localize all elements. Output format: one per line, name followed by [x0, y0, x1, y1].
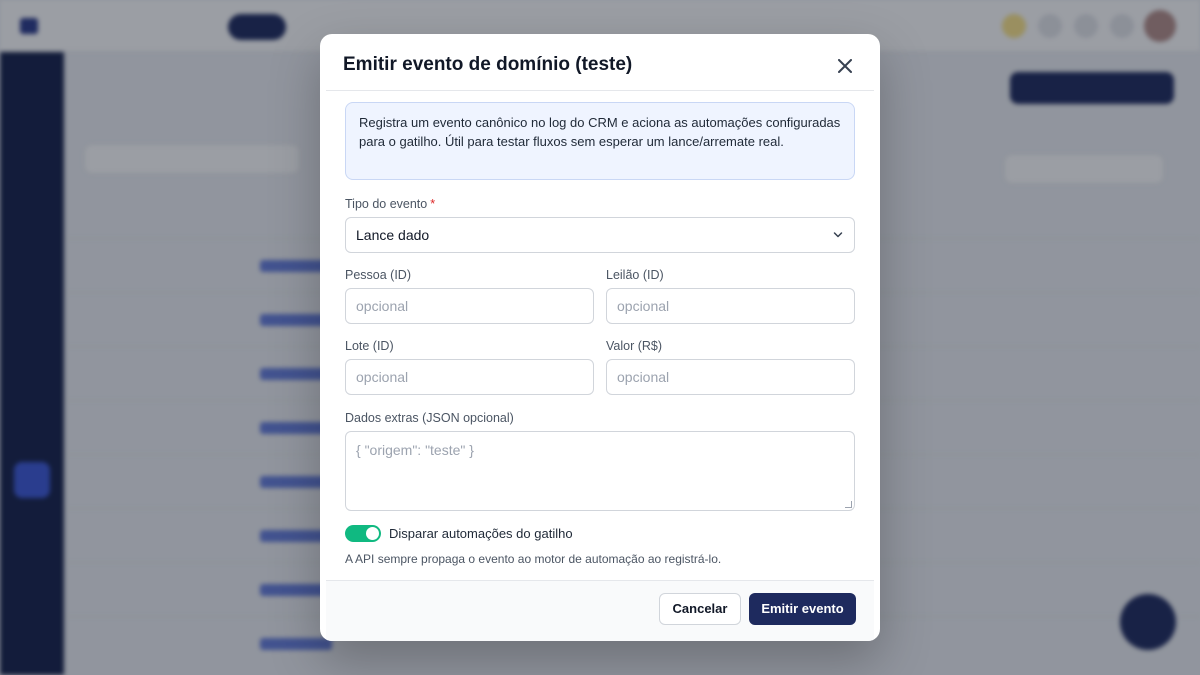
- extra-data-label: Dados extras (JSON opcional): [345, 411, 514, 425]
- modal-title: Emitir evento de domínio (teste): [343, 54, 633, 75]
- event-type-select[interactable]: Lance dado: [345, 217, 855, 253]
- close-icon: [838, 59, 852, 73]
- info-box: Registra um evento canônico no log do CR…: [345, 102, 855, 180]
- person-id-label: Pessoa (ID): [345, 268, 411, 282]
- close-button[interactable]: [832, 53, 858, 79]
- auction-id-label: Leilão (ID): [606, 268, 664, 282]
- modal-footer: Cancelar Emitir evento: [326, 580, 874, 641]
- automation-hint: A API sempre propaga o evento ao motor d…: [345, 552, 722, 566]
- trigger-automations-toggle[interactable]: [345, 525, 381, 542]
- amount-label: Valor (R$): [606, 339, 663, 353]
- cancel-button[interactable]: Cancelar: [659, 593, 741, 625]
- person-id-input[interactable]: opcional: [345, 288, 594, 324]
- toggle-knob: [366, 527, 379, 540]
- emit-event-button[interactable]: Emitir evento: [749, 593, 856, 625]
- resize-handle[interactable]: [845, 501, 852, 508]
- extra-data-placeholder: { "origem": "teste" }: [356, 442, 474, 458]
- event-type-label: Tipo do evento *: [345, 197, 436, 211]
- auction-id-input[interactable]: opcional: [606, 288, 855, 324]
- required-mark: *: [430, 197, 436, 211]
- emit-event-modal: Emitir evento de domínio (teste) Registr…: [320, 34, 880, 641]
- event-type-value: Lance dado: [356, 227, 430, 243]
- modal-header: Emitir evento de domínio (teste): [326, 40, 874, 91]
- lot-id-input[interactable]: opcional: [345, 359, 594, 395]
- trigger-automations-label: Disparar automações do gatilho: [389, 526, 573, 541]
- chevron-down-icon: [833, 218, 843, 265]
- amount-input[interactable]: opcional: [606, 359, 855, 395]
- lot-id-label: Lote (ID): [345, 339, 394, 353]
- extra-data-textarea[interactable]: { "origem": "teste" }: [345, 431, 855, 511]
